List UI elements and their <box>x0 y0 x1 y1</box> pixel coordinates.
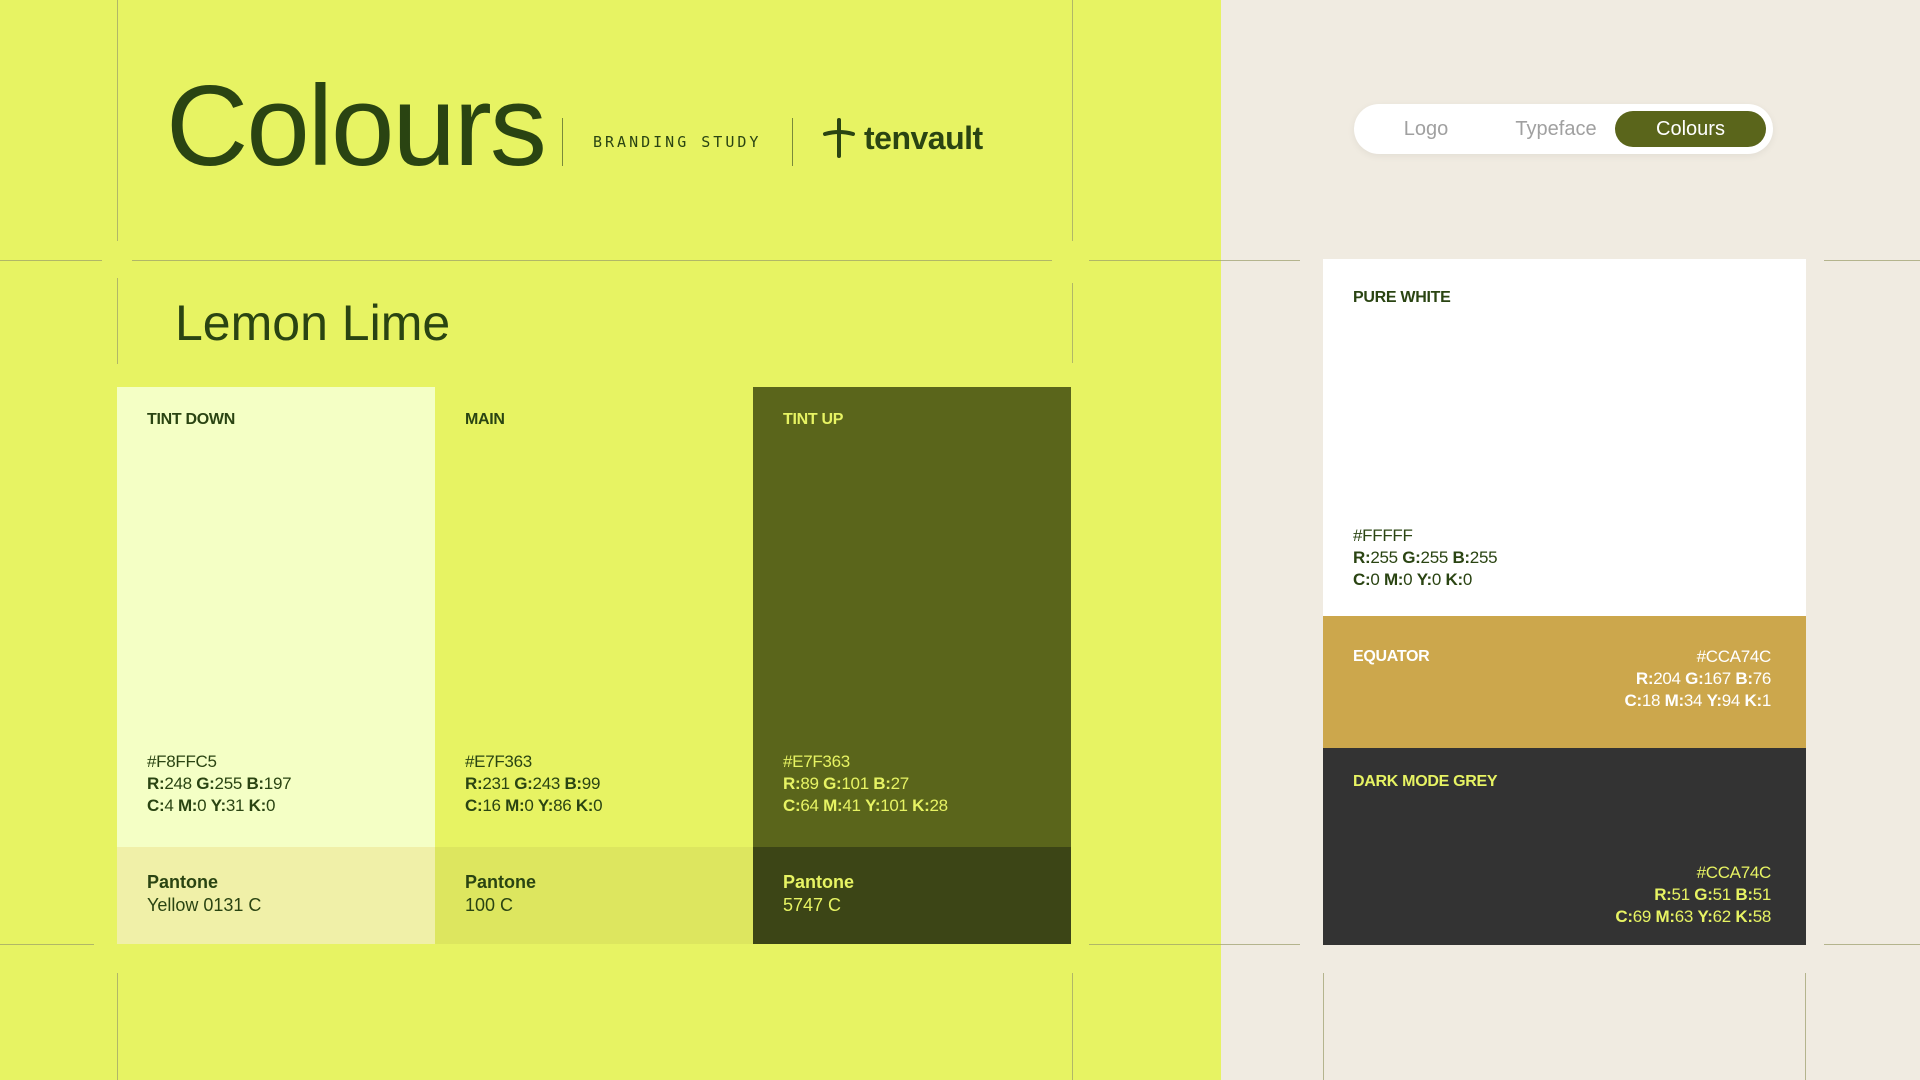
cmyk-value: C:69 M:63 Y:62 K:58 <box>1615 907 1771 926</box>
pantone-value: 5747 C <box>783 895 842 915</box>
guide-line <box>1323 973 1324 1080</box>
cmyk-value: C:16 M:0 Y:86 K:0 <box>465 796 603 815</box>
rgb-value: R:204 G:167 B:76 <box>1635 669 1771 688</box>
pantone-title: Pantone <box>465 872 537 892</box>
rgb-value: R:255 G:255 B:255 <box>1353 548 1498 567</box>
swatch-label: TINT DOWN <box>147 411 235 428</box>
pantone-value: Yellow 0131 C <box>147 895 262 915</box>
pantone-block: Pantone Yellow 0131 C <box>117 847 435 944</box>
swatch-codes: #E7F363 R:89 G:101 B:27 C:64 M:41 Y:101 … <box>783 751 948 817</box>
swatch-label: TINT UP <box>783 411 844 428</box>
rgb-value: R:231 G:243 B:99 <box>465 774 601 793</box>
swatch-label: PURE WHITE <box>1353 289 1451 306</box>
swatch-tint-down: TINT DOWN #F8FFC5 R:248 G:255 B:197 C:4 … <box>117 387 435 944</box>
guide-line <box>0 260 102 261</box>
page-title: Colours <box>166 63 547 190</box>
guide-line <box>1089 944 1300 945</box>
swatch-equator: EQUATOR #CCA74C R:204 G:167 B:76 C:18 M:… <box>1323 616 1806 748</box>
logo-text: tenvault <box>864 119 983 156</box>
cmyk-value: C:4 M:0 Y:31 K:0 <box>147 796 276 815</box>
tab-logo[interactable]: Logo <box>1376 111 1476 147</box>
tab-colours[interactable]: Colours <box>1615 111 1766 147</box>
pantone-block: Pantone 5747 C <box>753 847 1071 944</box>
swatch-dark-mode-grey: DARK MODE GREY #CCA74C R:51 G:51 B:51 C:… <box>1323 748 1806 945</box>
swatch-label: EQUATOR <box>1353 648 1430 665</box>
swatch-main: MAIN #E7F363 R:231 G:243 B:99 C:16 M:0 Y… <box>435 387 753 944</box>
pantone-value: 100 C <box>465 895 514 915</box>
hex-value: #CCA74C <box>1696 647 1772 666</box>
tenvault-logo-icon <box>823 118 855 158</box>
pantone-block: Pantone 100 C <box>435 847 753 944</box>
hex-value: #E7F363 <box>783 752 850 771</box>
guide-line <box>1089 260 1300 261</box>
guide-line <box>117 973 118 1080</box>
swatch-label: DARK MODE GREY <box>1353 773 1498 790</box>
hex-value: #FFFFF <box>1353 526 1413 545</box>
pantone-title: Pantone <box>783 872 855 892</box>
guide-line <box>117 278 118 364</box>
guide-line <box>1072 973 1073 1080</box>
hex-value: #E7F363 <box>465 752 532 771</box>
guide-line <box>1805 973 1806 1080</box>
swatch-tint-up: TINT UP #E7F363 R:89 G:101 B:27 C:64 M:4… <box>753 387 1071 944</box>
section-tabs: Logo Typeface Colours <box>1354 104 1773 154</box>
swatch-codes: #FFFFF R:255 G:255 B:255 C:0 M:0 Y:0 K:0 <box>1353 525 1498 591</box>
swatch-codes: #F8FFC5 R:248 G:255 B:197 C:4 M:0 Y:31 K… <box>147 751 292 817</box>
guide-line <box>1824 944 1920 945</box>
hex-value: #CCA74C <box>1696 863 1772 882</box>
guide-line <box>1072 283 1073 363</box>
swatch-pure-white: PURE WHITE #FFFFF R:255 G:255 B:255 C:0 … <box>1323 259 1806 616</box>
swatch-codes: #CCA74C R:204 G:167 B:76 C:18 M:34 Y:94 … <box>1624 646 1772 712</box>
guide-line <box>117 0 118 241</box>
palette-title: Lemon Lime <box>175 295 451 351</box>
cmyk-value: C:64 M:41 Y:101 K:28 <box>783 796 948 815</box>
rgb-value: R:248 G:255 B:197 <box>147 774 292 793</box>
divider <box>562 118 563 166</box>
guide-line <box>1824 260 1920 261</box>
guide-line <box>0 944 94 945</box>
guide-line <box>132 260 1052 261</box>
guide-line <box>1072 0 1073 241</box>
cmyk-value: C:18 M:34 Y:94 K:1 <box>1624 691 1772 710</box>
rgb-value: R:51 G:51 B:51 <box>1654 885 1771 904</box>
divider <box>792 118 793 166</box>
cmyk-value: C:0 M:0 Y:0 K:0 <box>1353 570 1472 589</box>
swatch-label: MAIN <box>465 411 505 428</box>
swatch-codes: #E7F363 R:231 G:243 B:99 C:16 M:0 Y:86 K… <box>465 751 603 817</box>
branding-subtitle: BRANDING STUDY <box>593 133 762 151</box>
hex-value: #F8FFC5 <box>147 752 217 771</box>
swatch-codes: #CCA74C R:51 G:51 B:51 C:69 M:63 Y:62 K:… <box>1615 862 1771 928</box>
pantone-title: Pantone <box>147 872 219 892</box>
brand-logo: tenvault <box>822 118 983 158</box>
rgb-value: R:89 G:101 B:27 <box>783 774 909 793</box>
tab-typeface[interactable]: Typeface <box>1486 111 1626 147</box>
